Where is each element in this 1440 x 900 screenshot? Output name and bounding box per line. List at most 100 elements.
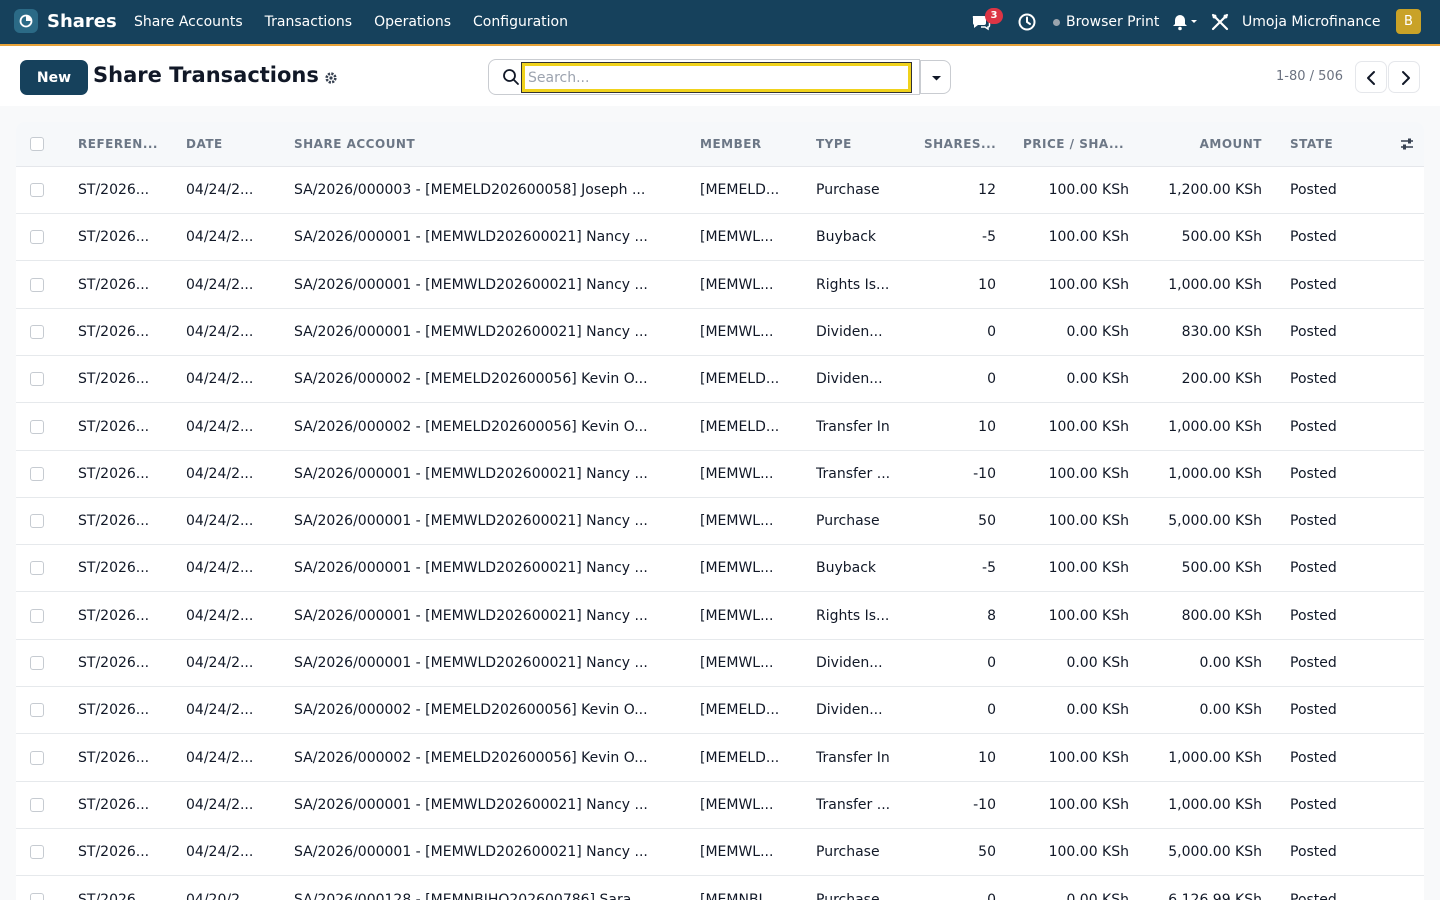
table-row[interactable]: ST/2026... 04/20/2... SA/2026/000128 - [ME… xyxy=(16,876,1424,900)
cell-price: 0.00 KSh xyxy=(1066,702,1129,719)
cell-date: 04/24/2... xyxy=(186,749,254,766)
column-state[interactable]: STATE xyxy=(1290,137,1333,151)
row-checkbox[interactable] xyxy=(30,892,44,900)
pager-previous-button[interactable] xyxy=(1355,61,1387,93)
browser-print-selector[interactable]: Browser Print xyxy=(1066,14,1159,30)
cell-amount: 500.00 KSh xyxy=(1181,229,1262,246)
cell-reference: ST/2026... xyxy=(78,796,150,813)
cell-amount: 1,000.00 KSh xyxy=(1168,796,1262,813)
menu-configuration[interactable]: Configuration xyxy=(473,14,568,30)
cell-share-account: SA/2026/000001 - [MEMWLD202600021] Nancy… xyxy=(294,607,648,624)
cell-member: [MEMELD... xyxy=(700,418,780,435)
search-input[interactable] xyxy=(521,62,912,93)
row-checkbox[interactable] xyxy=(30,656,44,670)
column-shares[interactable]: SHARES... xyxy=(924,137,996,151)
table-row[interactable]: ST/2026... 04/24/2... SA/2026/000001 - [ME… xyxy=(16,545,1424,593)
cell-date: 04/24/2... xyxy=(186,276,254,293)
table-row[interactable]: ST/2026... 04/24/2... SA/2026/000001 - [ME… xyxy=(16,592,1424,640)
cell-share-account: SA/2026/000001 - [MEMWLD202600021] Nancy… xyxy=(294,513,648,530)
cell-price: 0.00 KSh xyxy=(1066,323,1129,340)
table-row[interactable]: ST/2026... 04/24/2... SA/2026/000003 - [ME… xyxy=(16,167,1424,214)
cell-type: Transfer ... xyxy=(816,796,891,813)
row-checkbox[interactable] xyxy=(30,324,44,339)
search-options-toggle[interactable] xyxy=(920,60,951,94)
bell-icon[interactable] xyxy=(1172,12,1200,32)
cell-type: Rights Is... xyxy=(816,276,890,293)
app-brand[interactable]: Shares xyxy=(47,11,117,32)
menu-operations[interactable]: Operations xyxy=(374,14,451,30)
row-checkbox[interactable] xyxy=(30,230,44,245)
cell-member: [MEMELD... xyxy=(700,749,780,766)
cell-price: 0.00 KSh xyxy=(1066,655,1129,671)
table-row[interactable]: ST/2026... 04/24/2... SA/2026/000001 - [ME… xyxy=(16,261,1424,309)
cell-type: Transfer In xyxy=(816,749,890,766)
table-row[interactable]: ST/2026... 04/24/2... SA/2026/000001 - [ME… xyxy=(16,781,1424,829)
cell-type: Purchase xyxy=(816,844,880,861)
table-row[interactable]: ST/2026... 04/24/2... SA/2026/000002 - [ME… xyxy=(16,734,1424,782)
column-amount[interactable]: AMOUNT xyxy=(1156,137,1262,151)
table-row[interactable]: ST/2026... 04/24/2... SA/2026/000001 - [ME… xyxy=(16,829,1424,877)
cell-shares: 50 xyxy=(978,844,996,861)
row-checkbox[interactable] xyxy=(30,419,44,434)
user-avatar[interactable]: B xyxy=(1396,9,1421,34)
row-checkbox[interactable] xyxy=(30,372,44,387)
row-checkbox[interactable] xyxy=(30,183,44,197)
cell-state: Posted xyxy=(1290,229,1337,246)
main-menu: Share Accounts Transactions Operations C… xyxy=(134,14,590,30)
cell-share-account: SA/2026/000001 - [MEMWLD202600021] Nancy… xyxy=(294,844,648,861)
pager-value[interactable]: 1-80 / 506 xyxy=(1276,69,1343,84)
table-row[interactable]: ST/2026... 04/24/2... SA/2026/000001 - [ME… xyxy=(16,640,1424,687)
row-checkbox[interactable] xyxy=(30,703,44,718)
column-share-account[interactable]: SHARE ACCOUNT xyxy=(294,137,415,151)
select-all-checkbox[interactable] xyxy=(30,137,44,151)
menu-share-accounts[interactable]: Share Accounts xyxy=(134,14,243,30)
cell-state: Posted xyxy=(1290,465,1337,482)
cell-type: Purchase xyxy=(816,891,880,900)
clock-icon[interactable] xyxy=(1017,12,1037,32)
cell-share-account: SA/2026/000001 - [MEMWLD202600021] Nancy… xyxy=(294,655,648,671)
cell-share-account: SA/2026/000002 - [MEMELD202600056] Kevin… xyxy=(294,702,648,719)
column-member[interactable]: MEMBER xyxy=(700,137,762,151)
cell-price: 0.00 KSh xyxy=(1066,371,1129,388)
cell-amount: 5,000.00 KSh xyxy=(1168,513,1262,530)
row-checkbox[interactable] xyxy=(30,750,44,765)
row-checkbox[interactable] xyxy=(30,277,44,292)
row-checkbox[interactable] xyxy=(30,466,44,481)
company-switcher[interactable]: Umoja Microfinance xyxy=(1242,14,1381,30)
column-reference[interactable]: REFEREN... xyxy=(78,137,158,151)
tools-icon[interactable] xyxy=(1211,13,1229,31)
chat-badge: 3 xyxy=(985,8,1003,24)
cell-price: 0.00 KSh xyxy=(1066,891,1129,900)
row-checkbox[interactable] xyxy=(30,514,44,529)
app-icon[interactable] xyxy=(14,9,38,33)
new-button[interactable]: New xyxy=(20,60,88,95)
table-row[interactable]: ST/2026... 04/24/2... SA/2026/000001 - [ME… xyxy=(16,498,1424,546)
pager-next-button[interactable] xyxy=(1388,61,1420,93)
table-row[interactable]: ST/2026... 04/24/2... SA/2026/000001 - [ME… xyxy=(16,214,1424,262)
column-price-per-share[interactable]: PRICE / SHA... xyxy=(1023,137,1124,151)
row-checkbox[interactable] xyxy=(30,845,44,860)
table-row[interactable]: ST/2026... 04/24/2... SA/2026/000001 - [ME… xyxy=(16,308,1424,356)
menu-transactions[interactable]: Transactions xyxy=(265,14,352,30)
cell-reference: ST/2026... xyxy=(78,844,150,861)
row-checkbox[interactable] xyxy=(30,797,44,812)
cell-state: Posted xyxy=(1290,702,1337,719)
cell-reference: ST/2026... xyxy=(78,276,150,293)
cell-amount: 500.00 KSh xyxy=(1181,560,1262,577)
cell-state: Posted xyxy=(1290,182,1337,198)
table-row[interactable]: ST/2026... 04/24/2... SA/2026/000002 - [ME… xyxy=(16,356,1424,404)
row-checkbox[interactable] xyxy=(30,608,44,623)
column-type[interactable]: TYPE xyxy=(816,137,852,151)
column-date[interactable]: DATE xyxy=(186,137,223,151)
cell-shares: 50 xyxy=(978,513,996,530)
cell-amount: 6,126.99 KSh xyxy=(1168,891,1262,900)
gear-icon[interactable] xyxy=(324,70,338,84)
sliders-icon[interactable] xyxy=(1399,136,1415,152)
table-row[interactable]: ST/2026... 04/24/2... SA/2026/000001 - [ME… xyxy=(16,450,1424,498)
table-row[interactable]: ST/2026... 04/24/2... SA/2026/000002 - [ME… xyxy=(16,687,1424,735)
cell-share-account: SA/2026/000001 - [MEMWLD202600021] Nancy… xyxy=(294,276,648,293)
table-row[interactable]: ST/2026... 04/24/2... SA/2026/000002 - [ME… xyxy=(16,403,1424,451)
cell-shares: 0 xyxy=(987,371,996,388)
row-checkbox[interactable] xyxy=(30,561,44,576)
cell-shares: -5 xyxy=(982,560,996,577)
